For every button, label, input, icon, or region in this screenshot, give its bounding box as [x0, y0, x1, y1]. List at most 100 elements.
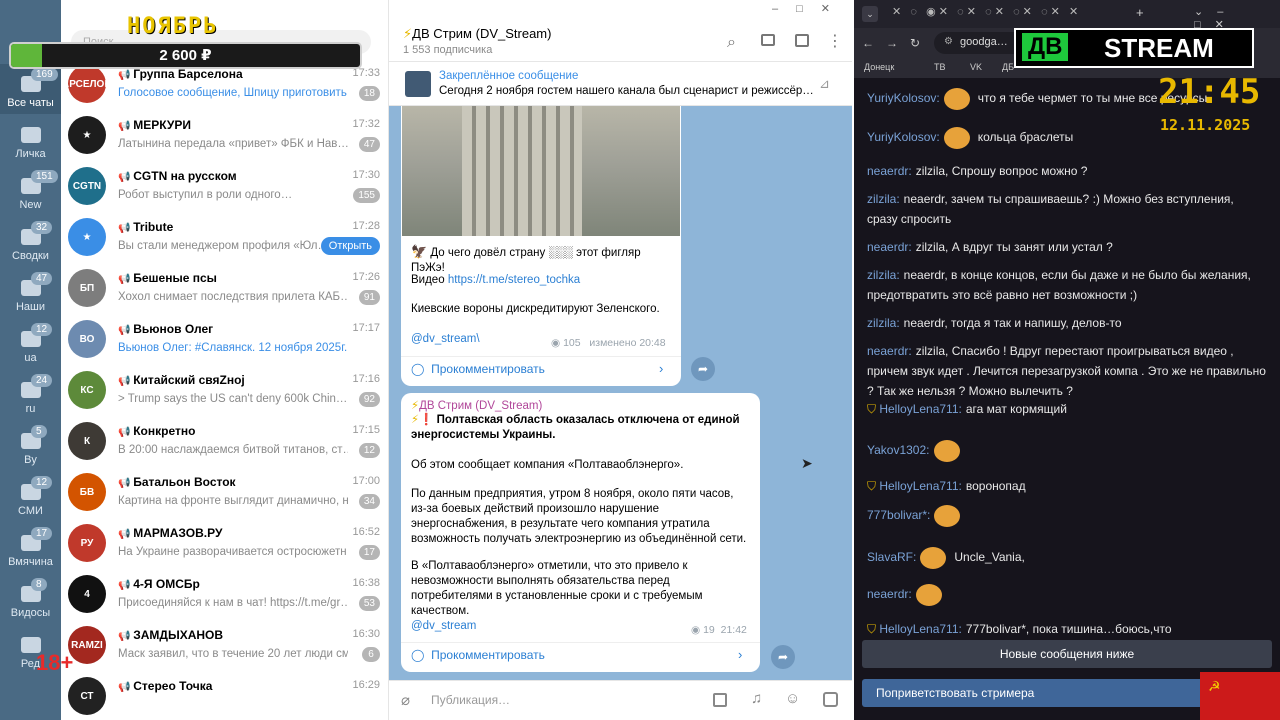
chat-row[interactable]: БВ 📢 Батальон Восток 17:00 Картина на фронт…: [61, 468, 388, 519]
unread-count: 91: [358, 290, 380, 305]
folder-6[interactable]: ru 24: [0, 370, 61, 420]
post-image[interactable]: [402, 106, 680, 236]
bookmark-3[interactable]: ДБ: [1002, 62, 1014, 72]
folder-3[interactable]: Сводки 32: [0, 217, 61, 267]
window-controls[interactable]: –□✕: [772, 2, 848, 15]
chat-username[interactable]: YuriyKolosov:: [867, 91, 940, 105]
livestream-icon[interactable]: [761, 34, 775, 46]
chat-username[interactable]: neaerdr:: [867, 344, 912, 358]
chat-username[interactable]: 777bolivar*:: [867, 508, 930, 522]
chat-row[interactable]: CGTN 📢 CGTN на русском 17:30 Робот выступил…: [61, 162, 388, 213]
folder-0[interactable]: Все чаты 169: [0, 64, 61, 114]
emote-icon: [943, 127, 970, 149]
browser-tabs[interactable]: ✕ ◌ ◉ ✕ ◌ ✕ ◌ ✕ ◌ ✕ ◌ ✕ ✕: [892, 5, 1132, 23]
open-button[interactable]: Открыть: [320, 237, 380, 255]
chat-username[interactable]: HelloyLena711:: [879, 402, 962, 416]
chat-row[interactable]: 4 📢 4-Я ОМСБр 16:38 Присоединяйся к нам в ч…: [61, 570, 388, 621]
post-tag[interactable]: @dv_stream\: [411, 332, 480, 347]
chat-row[interactable]: БП 📢 Бешеные псы 17:26 Хохол снимает послед…: [61, 264, 388, 315]
badge-icon: ⛉: [867, 402, 880, 416]
folder-7[interactable]: By 5: [0, 421, 61, 471]
emoji-icon[interactable]: ☺: [785, 690, 800, 707]
chat-row[interactable]: ВО 📢 Вьюнов Олег 17:17 Вьюнов Олег: #Славян…: [61, 315, 388, 366]
chat-username[interactable]: zilzila:: [867, 192, 900, 206]
folder-9[interactable]: Вмячина 17: [0, 523, 61, 573]
video-link[interactable]: https://t.me/stereo_tochka: [448, 274, 580, 286]
folder-8[interactable]: СМИ 12: [0, 472, 61, 522]
chat-username[interactable]: zilzila:: [867, 268, 900, 282]
channel-view: ⚡ДВ Стрим (DV_Stream) 1 553 подписчика ⌕…: [389, 0, 852, 720]
folder-10[interactable]: Видосы 8: [0, 574, 61, 624]
channel-icon: 📢: [118, 70, 134, 81]
folder-badge: 5: [31, 425, 47, 438]
more-icon[interactable]: ⋮: [827, 31, 843, 51]
folder-badge: 12: [31, 323, 53, 336]
chat-username[interactable]: YuriyKolosov:: [867, 130, 940, 144]
nav-buttons[interactable]: ←→↻: [862, 36, 932, 50]
chat-username[interactable]: neaerdr:: [867, 164, 912, 178]
message-input[interactable]: Публикация…: [431, 693, 510, 707]
new-tab-icon[interactable]: +: [1136, 5, 1144, 20]
folder-badge: 32: [31, 221, 53, 234]
channel-icon: 📢: [118, 325, 134, 336]
message-post-1: 🦅 До чего довёл страну ░░░ этот фигляр П…: [401, 106, 681, 386]
chat-username[interactable]: HelloyLena711:: [879, 622, 962, 636]
schedule-icon[interactable]: [713, 693, 727, 707]
comment-button-2[interactable]: ◯ Прокомментировать: [411, 648, 545, 663]
folder-5[interactable]: ua 12: [0, 319, 61, 369]
post-tag-2[interactable]: @dv_stream: [411, 619, 476, 634]
chat-username[interactable]: Yakov1302:: [867, 443, 930, 457]
chat-username[interactable]: zilzila:: [867, 316, 900, 330]
chat-row[interactable]: ★ 📢 Tribute 17:28 Вы стали менеджером профи…: [61, 213, 388, 264]
pin-icon[interactable]: ⊿: [819, 76, 830, 92]
search-icon[interactable]: ⌕: [727, 34, 736, 52]
chat-preview: Хохол снимает последствия прилета КАБ…: [118, 291, 348, 303]
folder-4[interactable]: Наши 47: [0, 268, 61, 318]
share-button-2[interactable]: ➦: [771, 645, 795, 669]
chat-row[interactable]: К 📢 Конкретно 17:15 В 20:00 наслаждаемся би…: [61, 417, 388, 468]
chat-row[interactable]: КС 📢 Китайский свяZнoj 17:16 > Trump says t…: [61, 366, 388, 417]
folder-label: Сводки: [12, 250, 49, 262]
chat-username[interactable]: neaerdr:: [867, 587, 912, 601]
pinned-message-bar[interactable]: Закреплённое сообщение Сегодня 2 ноября …: [389, 62, 852, 106]
badge-icon: ⛉: [867, 479, 880, 493]
ussr-flag: ☭: [1200, 672, 1280, 720]
bell-icon[interactable]: ♫: [751, 690, 762, 707]
hammer-sickle-icon: ☭: [1208, 678, 1221, 694]
tab-menu-icon[interactable]: ⌄: [862, 6, 878, 22]
views-icon: ◉: [551, 337, 561, 349]
emote-icon: [920, 547, 947, 569]
badge-icon: ⛉: [867, 622, 880, 636]
chat-text: zilzila, А вдруг ты занят или устал ?: [915, 240, 1113, 254]
channel-title[interactable]: ⚡ДВ Стрим (DV_Stream): [403, 26, 551, 42]
chat-username[interactable]: SlavaRF:: [867, 550, 916, 564]
attach-icon[interactable]: ⌀: [401, 691, 410, 709]
emote-icon: [933, 440, 960, 462]
chat-name: 📢 МЕРКУРИ: [118, 118, 191, 132]
comment-button-1[interactable]: ◯ Прокомментировать: [411, 362, 545, 377]
unread-count: 34: [358, 494, 380, 509]
chat-text: zilzila, Спасибо ! Вдруг перестают проиг…: [867, 344, 1266, 398]
folder-1[interactable]: Личка: [0, 115, 61, 165]
folder-badge: 8: [31, 578, 47, 591]
bookmark-1[interactable]: ТВ: [934, 62, 946, 72]
bookmark-2[interactable]: VK: [970, 62, 982, 72]
chat-username[interactable]: HelloyLena711:: [879, 479, 962, 493]
sidebar-toggle-icon[interactable]: [795, 34, 809, 47]
chat-row[interactable]: ★ 📢 МЕРКУРИ 17:32 Латынина передала «привет…: [61, 111, 388, 162]
folder-2[interactable]: New 151: [0, 166, 61, 216]
chat-row[interactable]: RAMZI 📢 ЗАМДЫХАНОВ 16:30 Маск заявил, что в…: [61, 621, 388, 672]
new-messages-button[interactable]: Новые сообщения ниже: [862, 640, 1272, 668]
camera-icon[interactable]: [823, 692, 838, 707]
chat-username[interactable]: neaerdr:: [867, 240, 912, 254]
chat-text: 777bolivar*, пока тишина…боюсь,что: [965, 622, 1172, 636]
channel-logo: ДВ STREAM: [1014, 28, 1254, 68]
chat-preview: > Trump says the US can't deny 600k Chin…: [118, 393, 348, 405]
unread-count: 92: [358, 392, 380, 407]
share-button-1[interactable]: ➦: [691, 357, 715, 381]
post-author[interactable]: ⚡ДВ Стрим (DV_Stream): [411, 399, 542, 414]
bookmark-0[interactable]: Донецк: [864, 62, 894, 72]
chat-row[interactable]: СТ 📢 Стерео Точка 16:29: [61, 672, 388, 720]
chat-row[interactable]: РУ 📢 МАРМАЗОВ.РУ 16:52 На Украине разворачи…: [61, 519, 388, 570]
post-headline: ⚡❗ Полтавская область оказалась отключен…: [411, 414, 740, 441]
